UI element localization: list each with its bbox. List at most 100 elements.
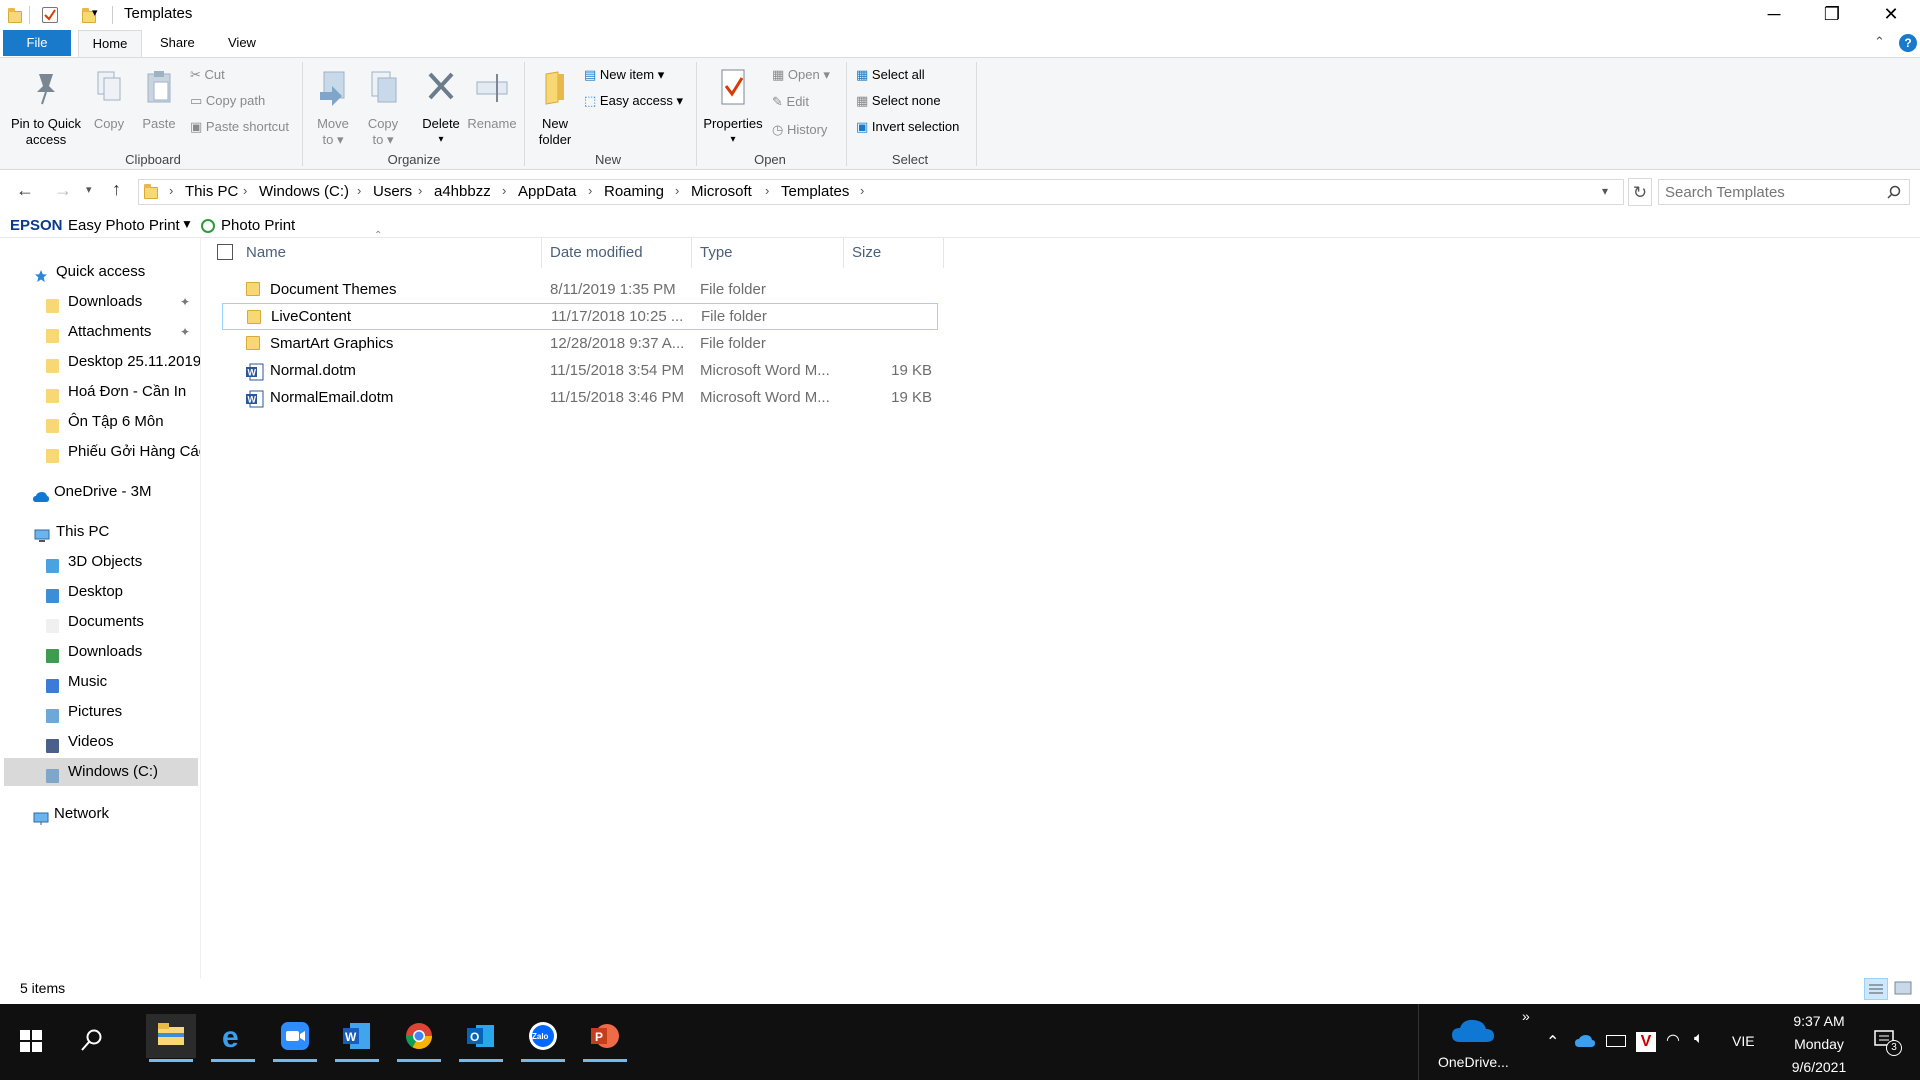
breadcrumb-chevron-icon[interactable]: › [418, 183, 422, 198]
column-header-size[interactable]: Size [852, 240, 881, 266]
copy-to-button[interactable]: Copy to ▾ [360, 68, 406, 148]
breadcrumb-item[interactable]: Windows (C:) [259, 183, 349, 200]
onedrive-small-icon[interactable] [1574, 1034, 1596, 1052]
onedrive-tray-button[interactable] [1450, 1016, 1496, 1050]
breadcrumb-chevron-icon[interactable]: › [675, 183, 679, 198]
select-all-checkbox[interactable] [217, 244, 233, 260]
volume-icon[interactable]: 🔈︎ [1694, 1030, 1704, 1048]
easy-access-button[interactable]: ⬚ Easy access ▾ [584, 93, 683, 109]
tab-share[interactable]: Share [146, 30, 209, 56]
language-indicator[interactable]: VIE [1732, 1033, 1755, 1049]
breadcrumb-item[interactable]: Users [373, 183, 412, 200]
pane-splitter[interactable] [200, 238, 201, 978]
new-folder-button[interactable]: New folder [530, 68, 580, 148]
clock[interactable]: 9:37 AM Monday 9/6/2021 [1774, 1010, 1864, 1079]
nav-quick-item[interactable]: Phiếu Gởi Hàng Các [0, 438, 200, 466]
delete-button[interactable]: Delete ▾ [416, 68, 466, 148]
select-none-button[interactable]: ▦ Select none [856, 93, 941, 109]
column-divider[interactable] [943, 238, 944, 268]
paste-shortcut-button[interactable]: ▣ Paste shortcut [190, 119, 289, 135]
wifi-icon[interactable]: ◠ [1666, 1030, 1680, 1050]
column-divider[interactable] [843, 238, 844, 268]
recent-locations-icon[interactable]: ▾ [86, 183, 92, 196]
column-header-type[interactable]: Type [700, 240, 733, 266]
edit-button[interactable]: ✎ Edit [772, 94, 809, 110]
restore-button[interactable]: ❐ [1803, 0, 1861, 30]
up-button[interactable]: ↑ [112, 179, 121, 200]
nav-onedrive[interactable]: OneDrive - 3M [0, 478, 200, 506]
photo-print-button[interactable]: Photo Print [221, 217, 295, 234]
breadcrumb-item[interactable]: a4hbbzz [434, 183, 491, 200]
properties-dropdown-icon[interactable]: ▾ [700, 132, 766, 148]
nav-quick-item[interactable]: Attachments ✦ [0, 318, 200, 346]
taskbar-edge-button[interactable]: e [208, 1014, 258, 1062]
address-dropdown-icon[interactable]: ▾ [1602, 184, 1608, 198]
overflow-chevron-icon[interactable]: » [1522, 1008, 1530, 1024]
start-button[interactable] [20, 1030, 42, 1056]
tab-view[interactable]: View [214, 30, 270, 56]
nav-pc-item[interactable]: Documents [0, 608, 200, 636]
breadcrumb-chevron-icon[interactable]: › [588, 183, 592, 198]
open-button[interactable]: ▦ Open ▾ [772, 67, 830, 83]
file-row[interactable]: W Normal.dotm 11/15/2018 3:54 PM Microsoft … [222, 357, 938, 384]
nav-pc-item[interactable]: Pictures [0, 698, 200, 726]
breadcrumb-chevron-icon[interactable]: › [357, 183, 361, 198]
breadcrumb-chevron-icon[interactable]: › [169, 183, 173, 198]
nav-pc-item[interactable]: Downloads [0, 638, 200, 666]
breadcrumb-item[interactable]: AppData [518, 183, 576, 200]
column-divider[interactable] [691, 238, 692, 268]
breadcrumb-item[interactable]: Roaming [604, 183, 664, 200]
move-to-button[interactable]: Move to ▾ [310, 68, 356, 148]
nav-quick-item[interactable]: Downloads ✦ [0, 288, 200, 316]
nav-pc-item[interactable]: Desktop [0, 578, 200, 606]
minimize-button[interactable]: ─ [1745, 0, 1803, 30]
breadcrumb-item[interactable]: Templates [781, 183, 849, 200]
select-all-button[interactable]: ▦ Select all [856, 67, 925, 83]
column-header-date[interactable]: Date modified [550, 240, 643, 266]
nav-this-pc[interactable]: This PC [0, 518, 200, 546]
nav-pc-item[interactable]: Videos [0, 728, 200, 756]
new-item-button[interactable]: ▤ New item ▾ [584, 67, 664, 83]
antivirus-icon[interactable]: V [1636, 1032, 1656, 1052]
properties-quick-icon[interactable] [42, 7, 58, 23]
easy-photo-print-button[interactable]: Easy Photo Print [68, 217, 180, 234]
taskbar-file-explorer-button[interactable] [146, 1014, 196, 1062]
show-hidden-icons-button[interactable]: ⌃ [1546, 1032, 1559, 1052]
file-row[interactable]: Document Themes 8/11/2019 1:35 PM File fol… [222, 276, 938, 303]
nav-quick-item[interactable]: Hoá Đơn - Cần In [0, 378, 200, 406]
breadcrumb-chevron-icon[interactable]: › [765, 183, 769, 198]
taskbar-word-button[interactable]: W [332, 1014, 382, 1062]
breadcrumb-item[interactable]: Microsoft [691, 183, 752, 200]
taskbar-zoom-button[interactable] [270, 1014, 320, 1062]
breadcrumb-chevron-icon[interactable]: › [243, 183, 247, 198]
copy-button[interactable]: Copy [86, 68, 132, 132]
search-box[interactable] [1658, 179, 1910, 205]
forward-button[interactable]: → [54, 180, 72, 201]
cut-button[interactable]: ✂ Cut [190, 67, 225, 83]
details-view-button[interactable] [1864, 978, 1888, 1000]
delete-dropdown-icon[interactable]: ▾ [416, 132, 466, 148]
pin-to-quick-access-button[interactable]: Pin to Quick access [6, 68, 86, 148]
back-button[interactable]: ← [16, 180, 34, 201]
help-icon[interactable]: ? [1899, 34, 1917, 52]
nav-pc-item[interactable]: 3D Objects [0, 548, 200, 576]
nav-quick-item[interactable]: Desktop 25.11.2019 [0, 348, 200, 376]
nav-quick-item[interactable]: Ôn Tập 6 Môn [0, 408, 200, 436]
search-input[interactable] [1665, 182, 1877, 202]
collapse-ribbon-icon[interactable]: ⌃ [1874, 34, 1885, 50]
taskbar-powerpoint-button[interactable]: P [580, 1014, 630, 1062]
taskbar-outlook-button[interactable]: O [456, 1014, 506, 1062]
file-row[interactable]: SmartArt Graphics 12/28/2018 9:37 A... Fil… [222, 330, 938, 357]
taskbar-chrome-button[interactable] [394, 1014, 444, 1062]
search-taskbar-button[interactable] [80, 1028, 104, 1056]
breadcrumb-item[interactable]: This PC [185, 183, 238, 200]
battery-icon[interactable] [1606, 1035, 1626, 1047]
nav-quick-access[interactable]: Quick access [0, 258, 200, 286]
nav-pc-item[interactable]: Music [0, 668, 200, 696]
taskbar-zalo-button[interactable]: Zalo [518, 1014, 568, 1062]
easy-photo-print-dropdown-icon[interactable]: ▼ [181, 217, 193, 231]
tab-file[interactable]: File [3, 30, 71, 56]
action-center-button[interactable]: 3 [1874, 1030, 1902, 1056]
large-icons-view-button[interactable] [1892, 978, 1916, 1000]
copy-path-button[interactable]: ▭ Copy path [190, 93, 265, 109]
